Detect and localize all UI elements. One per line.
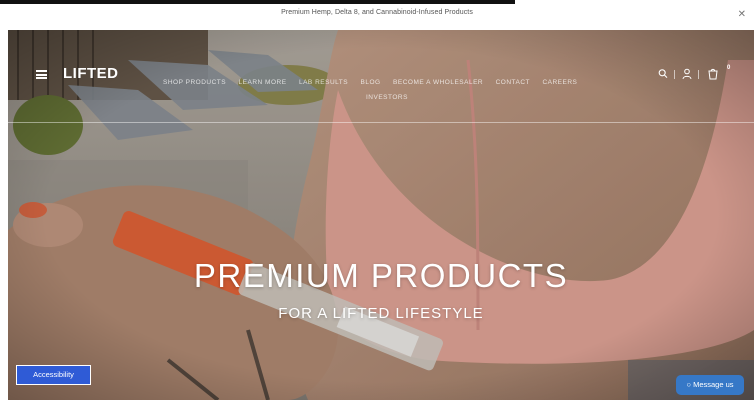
hero-subheadline: FOR A LIFTED LIFESTYLE <box>278 305 484 322</box>
announcement-top-rule <box>0 0 515 4</box>
cart-icon[interactable] <box>708 68 718 80</box>
nav-become-a-wholesaler[interactable]: BECOME A WHOLESALER <box>393 79 483 86</box>
nav-contact[interactable]: CONTACT <box>496 79 530 86</box>
nav-lab-results[interactable]: LAB RESULTS <box>299 79 348 86</box>
announcement-bar: Premium Hemp, Delta 8, and Cannabinoid-I… <box>0 0 754 30</box>
hero-headline: PREMIUM PRODUCTS <box>193 257 569 294</box>
menu-icon[interactable] <box>36 70 47 79</box>
nav-shop-products[interactable]: SHOP PRODUCTS <box>163 79 226 86</box>
hero-banner: LIFTED SHOP PRODUCTS LEARN MORE LAB RESU… <box>8 30 754 400</box>
nav-investors[interactable]: INVESTORS <box>366 94 408 101</box>
cart-count-badge: 0 <box>727 65 731 71</box>
nav-learn-more[interactable]: LEARN MORE <box>239 79 287 86</box>
header-divider <box>8 122 754 123</box>
message-us-label: Message us <box>693 380 734 389</box>
header-separator <box>674 70 675 79</box>
accessibility-button[interactable]: Accessibility <box>16 365 91 385</box>
announcement-text: Premium Hemp, Delta 8, and Cannabinoid-I… <box>281 9 473 16</box>
nav-blog[interactable]: BLOG <box>361 79 381 86</box>
close-icon[interactable]: ✕ <box>738 9 746 20</box>
search-icon[interactable] <box>658 68 668 80</box>
header-separator <box>698 70 699 79</box>
main-nav: SHOP PRODUCTS LEARN MORE LAB RESULTS BLO… <box>163 71 623 86</box>
site-logo[interactable]: LIFTED <box>63 65 119 82</box>
message-us-button[interactable]: ○ Message us <box>676 375 744 395</box>
hero-background-image <box>8 30 754 400</box>
nav-careers[interactable]: CAREERS <box>542 79 577 86</box>
account-icon[interactable] <box>682 68 692 80</box>
